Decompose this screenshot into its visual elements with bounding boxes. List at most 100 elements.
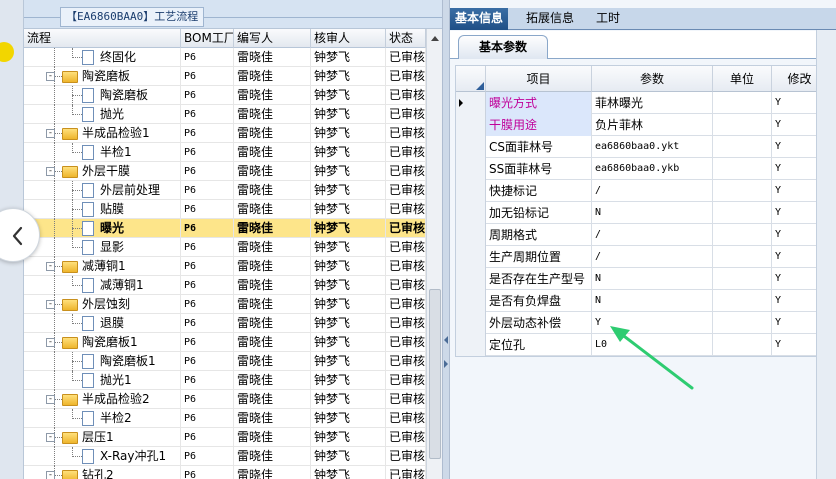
param-value[interactable]: ea6860baa0.ykt	[592, 136, 713, 158]
tree-row[interactable]: - 钻孔2 P6 雷晓佳 钟梦飞 已审核	[24, 466, 426, 479]
tree-row[interactable]: 抛光1 P6 雷晓佳 钟梦飞 已审核	[24, 371, 426, 390]
tree-row[interactable]: 抛光 P6 雷晓佳 钟梦飞 已审核	[24, 105, 426, 124]
tree-row[interactable]: 减薄铜1 P6 雷晓佳 钟梦飞 已审核	[24, 276, 426, 295]
subtab-basic-params[interactable]: 基本参数	[458, 35, 548, 59]
tree-row[interactable]: - 陶瓷磨板 P6 雷晓佳 钟梦飞 已审核	[24, 67, 426, 86]
col-param[interactable]: 参数	[592, 66, 713, 92]
row-indicator[interactable]	[456, 92, 486, 114]
tree-row[interactable]: 半检1 P6 雷晓佳 钟梦飞 已审核	[24, 143, 426, 162]
col-status[interactable]: 状态	[386, 29, 426, 48]
row-indicator[interactable]	[456, 202, 486, 224]
param-unit[interactable]	[713, 92, 772, 114]
param-row[interactable]: 快捷标记 / Y	[456, 180, 828, 202]
tree-row[interactable]: 曝光 P6 雷晓佳 钟梦飞 已审核	[24, 219, 426, 238]
param-unit[interactable]	[713, 268, 772, 290]
param-row[interactable]: 周期格式 / Y	[456, 224, 828, 246]
param-value[interactable]: 菲林曝光	[592, 92, 713, 114]
param-unit[interactable]	[713, 224, 772, 246]
collapse-right-icon[interactable]	[444, 360, 448, 368]
param-unit[interactable]	[713, 158, 772, 180]
param-value[interactable]: ea6860baa0.ykb	[592, 158, 713, 180]
col-author[interactable]: 编写人	[234, 29, 311, 48]
param-row[interactable]: 生产周期位置 / Y	[456, 246, 828, 268]
tab-extended-info[interactable]: 拓展信息	[521, 8, 579, 30]
collapse-toggle-icon[interactable]: -	[46, 338, 55, 347]
row-indicator[interactable]	[456, 290, 486, 312]
param-value[interactable]: N	[592, 290, 713, 312]
tree-row[interactable]: 半检2 P6 雷晓佳 钟梦飞 已审核	[24, 409, 426, 428]
tree-row[interactable]: - 减薄铜1 P6 雷晓佳 钟梦飞 已审核	[24, 257, 426, 276]
param-value[interactable]: N	[592, 268, 713, 290]
tree-row[interactable]: - 层压1 P6 雷晓佳 钟梦飞 已审核	[24, 428, 426, 447]
param-row[interactable]: 干膜用途 负片菲林 Y	[456, 114, 828, 136]
row-indicator[interactable]	[456, 114, 486, 136]
tree-row[interactable]: - 外层干膜 P6 雷晓佳 钟梦飞 已审核	[24, 162, 426, 181]
collapse-toggle-icon[interactable]: -	[46, 167, 55, 176]
param-unit[interactable]	[713, 290, 772, 312]
row-indicator[interactable]	[456, 158, 486, 180]
tree-row[interactable]: 终固化 P6 雷晓佳 钟梦飞 已审核	[24, 48, 426, 67]
tree-row[interactable]: X-Ray冲孔1 P6 雷晓佳 钟梦飞 已审核	[24, 447, 426, 466]
row-indicator[interactable]	[456, 224, 486, 246]
tree-row[interactable]: 陶瓷磨板 P6 雷晓佳 钟梦飞 已审核	[24, 86, 426, 105]
tab-basic-info[interactable]: 基本信息	[450, 8, 509, 30]
row-indicator[interactable]	[456, 312, 486, 334]
param-value[interactable]: /	[592, 224, 713, 246]
param-value[interactable]: /	[592, 246, 713, 268]
tree-scrollbar[interactable]	[426, 29, 442, 479]
param-row[interactable]: 曝光方式 菲林曝光 Y	[456, 92, 828, 114]
tree-row[interactable]: - 半成品检验2 P6 雷晓佳 钟梦飞 已审核	[24, 390, 426, 409]
param-unit[interactable]	[713, 202, 772, 224]
param-row[interactable]: 加无铅标记 N Y	[456, 202, 828, 224]
tree-row[interactable]: 退膜 P6 雷晓佳 钟梦飞 已审核	[24, 314, 426, 333]
tree-row[interactable]: 贴膜 P6 雷晓佳 钟梦飞 已审核	[24, 200, 426, 219]
col-reviewer[interactable]: 核审人	[311, 29, 386, 48]
row-indicator[interactable]	[456, 180, 486, 202]
param-unit[interactable]	[713, 312, 772, 334]
row-indicator[interactable]	[456, 334, 486, 356]
param-value[interactable]: N	[592, 202, 713, 224]
col-unit[interactable]: 单位	[713, 66, 772, 92]
collapse-toggle-icon[interactable]: -	[46, 129, 55, 138]
collapse-left-icon[interactable]	[444, 336, 448, 344]
param-unit[interactable]	[713, 334, 772, 356]
tree-cell-reviewer: 钟梦飞	[311, 105, 386, 124]
tab-work-hours[interactable]: 工时	[591, 8, 625, 30]
pane-splitter[interactable]	[442, 0, 450, 479]
row-indicator[interactable]	[456, 268, 486, 290]
collapse-toggle-icon[interactable]: -	[46, 471, 55, 479]
param-value[interactable]: /	[592, 180, 713, 202]
tree-row[interactable]: 显影 P6 雷晓佳 钟梦飞 已审核	[24, 238, 426, 257]
detail-scrollbar[interactable]	[816, 30, 836, 479]
col-item[interactable]: 项目	[486, 66, 592, 92]
param-unit[interactable]	[713, 246, 772, 268]
scroll-up-icon[interactable]	[429, 33, 441, 43]
col-flow[interactable]: 流程	[24, 29, 181, 48]
param-row[interactable]: 是否存在生产型号 N Y	[456, 268, 828, 290]
collapse-toggle-icon[interactable]: -	[46, 262, 55, 271]
tree-scroll-thumb[interactable]	[429, 289, 441, 459]
param-unit[interactable]	[713, 180, 772, 202]
tree-row[interactable]: 陶瓷磨板1 P6 雷晓佳 钟梦飞 已审核	[24, 352, 426, 371]
param-unit[interactable]	[713, 136, 772, 158]
param-row[interactable]: CS面菲林号 ea6860baa0.ykt Y	[456, 136, 828, 158]
param-row[interactable]: 是否有负焊盘 N Y	[456, 290, 828, 312]
collapse-toggle-icon[interactable]: -	[46, 72, 55, 81]
tree-row[interactable]: - 外层蚀刻 P6 雷晓佳 钟梦飞 已审核	[24, 295, 426, 314]
row-indicator[interactable]	[456, 136, 486, 158]
tree-cell-flow: - 外层干膜	[24, 162, 181, 181]
collapse-toggle-icon[interactable]: -	[46, 395, 55, 404]
collapse-toggle-icon[interactable]: -	[46, 433, 55, 442]
param-value[interactable]: 负片菲林	[592, 114, 713, 136]
param-unit[interactable]	[713, 114, 772, 136]
tree-row[interactable]: 外层前处理 P6 雷晓佳 钟梦飞 已审核	[24, 181, 426, 200]
folder-icon	[62, 128, 78, 140]
collapse-toggle-icon[interactable]: -	[46, 300, 55, 309]
row-indicator[interactable]	[456, 246, 486, 268]
col-bom[interactable]: BOM工厂	[181, 29, 234, 48]
tree-row[interactable]: - 半成品检验1 P6 雷晓佳 钟梦飞 已审核	[24, 124, 426, 143]
tree-row[interactable]: - 陶瓷磨板1 P6 雷晓佳 钟梦飞 已审核	[24, 333, 426, 352]
param-row[interactable]: SS面菲林号 ea6860baa0.ykb Y	[456, 158, 828, 180]
tree-cell-flow: 贴膜	[24, 200, 181, 219]
tree-cell-bom: P6	[181, 105, 234, 124]
